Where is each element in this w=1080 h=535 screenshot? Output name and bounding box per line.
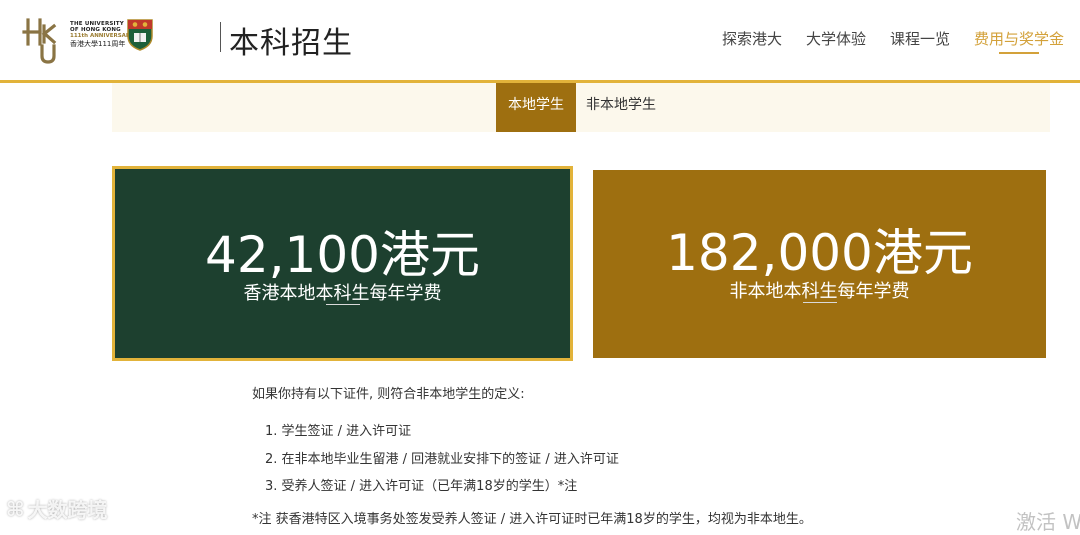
logo-wordmark: THE UNIVERSITY OF HONG KONG 111th ANNIVE…	[70, 21, 134, 49]
document-list: 1. 学生签证 / 进入许可证 2. 在非本地毕业生留港 / 回港就业安排下的签…	[252, 423, 1012, 496]
nav-item-explore-hku[interactable]: 探索港大	[722, 28, 782, 49]
non-local-definition: 如果你持有以下证件, 则符合非本地学生的定义: 1. 学生签证 / 进入许可证 …	[252, 386, 1012, 506]
non-local-fee-amount: 182,000港元	[666, 224, 973, 282]
tab-local-students[interactable]: 本地学生	[496, 83, 576, 132]
list-item: 2. 在非本地毕业生留港 / 回港就业安排下的签证 / 进入许可证	[265, 451, 619, 467]
local-fee-label: 香港本地本科生每年学费	[243, 283, 442, 304]
main-nav: 探索港大 大学体验 课程一览 费用与奖学金	[722, 28, 1064, 54]
non-local-fee-card: 182,000港元 非本地本科生每年学费	[593, 170, 1046, 358]
watermark-logo-icon: ⌘	[6, 496, 25, 521]
header-divider	[220, 22, 221, 52]
windows-activation-watermark: 激活 W	[1016, 510, 1080, 534]
nav-item-label: 费用与奖学金	[973, 30, 1064, 48]
list-item: 3. 受养人签证 / 进入许可证（已年满18岁的学生）*注	[265, 479, 578, 494]
nav-item-fees-scholarships[interactable]: 费用与奖学金	[973, 28, 1064, 54]
card-divider	[325, 304, 360, 305]
card-divider	[802, 302, 837, 303]
footnote: *注 获香港特区入境事务处签发受养人签证 / 进入许可证时已年满18岁的学生，均…	[252, 512, 812, 527]
watermark-left: ⌘ 大数跨境	[6, 494, 108, 523]
local-fee-card: 42,100港元 香港本地本科生每年学费	[112, 166, 573, 361]
hku-monogram-icon	[22, 18, 57, 64]
nav-item-programmes[interactable]: 课程一览	[890, 28, 950, 49]
notes-intro: 如果你持有以下证件, 则符合非本地学生的定义:	[252, 387, 525, 402]
student-type-tabs: 本地学生 非本地学生	[112, 83, 1050, 132]
tab-non-local-students[interactable]: 非本地学生	[576, 83, 666, 132]
local-fee-amount: 42,100港元	[205, 226, 480, 284]
logo-anniversary-zh: 香港大學111周年	[70, 40, 126, 48]
site-header: THE UNIVERSITY OF HONG KONG 111th ANNIVE…	[0, 0, 1080, 80]
watermark-left-text: 大数跨境	[27, 498, 108, 522]
list-item: 1. 学生签证 / 进入许可证	[265, 424, 412, 439]
non-local-fee-label: 非本地本科生每年学费	[729, 281, 910, 302]
nav-item-university-experience[interactable]: 大学体验	[806, 28, 866, 49]
hku-logo[interactable]: THE UNIVERSITY OF HONG KONG 111th ANNIVE…	[22, 14, 157, 64]
university-crest-icon	[127, 19, 153, 51]
logo-anniversary-en: 111th ANNIVERSARY	[70, 33, 134, 39]
nav-active-underline	[998, 52, 1039, 54]
page-title: 本科招生	[229, 26, 353, 61]
